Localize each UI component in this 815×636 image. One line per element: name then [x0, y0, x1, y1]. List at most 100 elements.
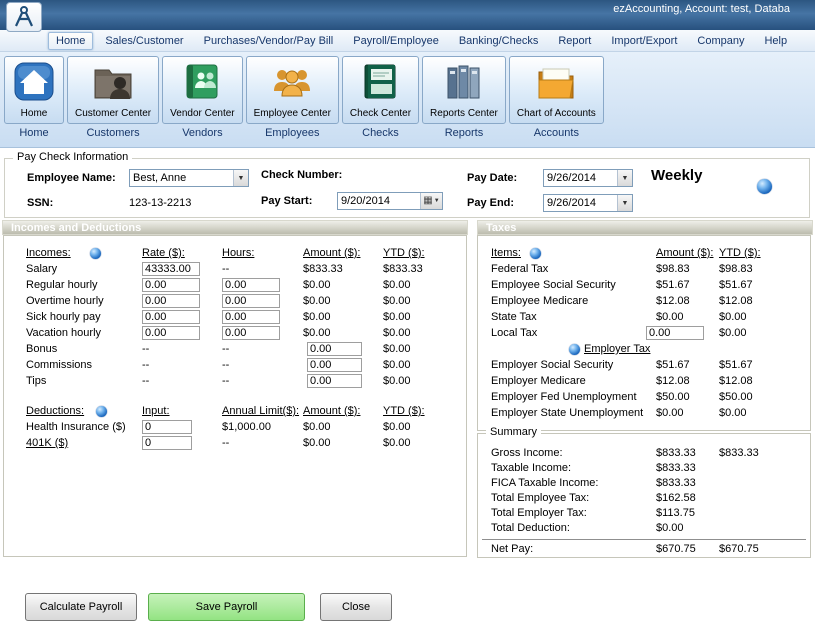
income-ytd: $0.00 [383, 375, 411, 387]
calendar-dropdown-button[interactable]: ▦ ▼ [420, 193, 442, 209]
income-ytd: $833.33 [383, 263, 423, 275]
save-payroll-button[interactable]: Save Payroll [148, 593, 305, 621]
tax-amount: $51.67 [656, 359, 690, 371]
deduction-amount: $0.00 [303, 421, 331, 433]
overtime-hourly-hours-input[interactable] [222, 294, 280, 308]
pay-start-datepicker[interactable]: 9/20/2014 ▦ ▼ [337, 192, 443, 210]
income-amount: $833.33 [303, 263, 343, 275]
income-row-sick-hourly-pay: Sick hourly pay $0.00 $0.00 [4, 310, 466, 326]
menu-bar: Home Sales/Customer Purchases/Vendor/Pay… [0, 30, 815, 52]
chevron-down-icon[interactable]: ▼ [617, 195, 632, 211]
local-tax-input[interactable] [646, 326, 704, 340]
window-title: ezAccounting, Account: test, Databa [613, 3, 790, 15]
calendar-icon: ▦ [423, 196, 432, 206]
salary-rate-input[interactable] [142, 262, 200, 276]
tab-home[interactable]: Home [48, 32, 93, 50]
vendor-center-icon [180, 62, 224, 107]
title-bar[interactable]: ezAccounting, Account: test, Databa [0, 0, 815, 30]
tax-amount: $12.08 [656, 295, 690, 307]
commissions-amount-input[interactable] [307, 358, 362, 372]
employer-tax-header: Employer Tax [584, 343, 650, 355]
deduction-annual-limit: $1,000.00 [222, 421, 271, 433]
deduction-ytd: $0.00 [383, 421, 411, 433]
deduction-401k-link[interactable]: 401K ($) [26, 437, 68, 449]
summary-label: Gross Income: [491, 447, 563, 459]
customer-center-button[interactable]: Customer Center [67, 56, 159, 124]
calculate-payroll-button[interactable]: Calculate Payroll [25, 593, 137, 621]
regular-hourly-rate-input[interactable] [142, 278, 200, 292]
summary-label: Net Pay: [491, 543, 533, 555]
close-button[interactable]: Close [320, 593, 392, 621]
chevron-down-icon[interactable]: ▼ [233, 170, 248, 186]
incomes-help-icon[interactable] [90, 248, 101, 259]
customer-center-icon [91, 62, 135, 107]
employee-name-label: Employee Name: [27, 172, 116, 184]
pay-date-select[interactable]: 9/26/2014 ▼ [543, 169, 633, 187]
bonus-amount-input[interactable] [307, 342, 362, 356]
sick-hourly-rate-input[interactable] [142, 310, 200, 324]
tips-amount-input[interactable] [307, 374, 362, 388]
chart-of-accounts-button[interactable]: Chart of Accounts [509, 56, 604, 124]
pay-start-value: 9/20/2014 [338, 193, 420, 209]
sick-hourly-hours-input[interactable] [222, 310, 280, 324]
app-icon[interactable] [6, 2, 42, 32]
tab-payroll-employee[interactable]: Payroll/Employee [345, 32, 447, 50]
income-label: Sick hourly pay [26, 311, 101, 323]
paycheck-help-icon[interactable] [757, 179, 772, 194]
reports-center-button[interactable]: Reports Center [422, 56, 506, 124]
tax-ytd: $12.08 [719, 295, 753, 307]
income-rate: -- [142, 359, 149, 371]
tab-purchases-vendor-pay-bill[interactable]: Purchases/Vendor/Pay Bill [196, 32, 342, 50]
tax-ytd: $98.83 [719, 263, 753, 275]
toolbar-check-center: Check Center Checks [342, 56, 419, 139]
tab-help[interactable]: Help [756, 32, 795, 50]
toolbar-reports-center: Reports Center Reports [422, 56, 506, 139]
deductions-help-icon[interactable] [96, 406, 107, 417]
toolbar-home: Home Home [4, 56, 64, 139]
summary-ytd: $670.75 [719, 543, 759, 555]
toolbar-caption: Home [19, 127, 48, 139]
tab-report[interactable]: Report [550, 32, 599, 50]
pay-end-select[interactable]: 9/26/2014 ▼ [543, 194, 633, 212]
summary-amount: $0.00 [656, 522, 684, 534]
tab-import-export[interactable]: Import/Export [603, 32, 685, 50]
home-button[interactable]: Home [4, 56, 64, 124]
income-rate: -- [142, 375, 149, 387]
taxes-panel: Items: Amount ($): YTD ($): Federal Tax … [477, 235, 811, 431]
deduction-annual-limit: -- [222, 437, 229, 449]
spacer [4, 390, 466, 404]
ytd-header: YTD ($): [383, 247, 425, 259]
overtime-hourly-rate-input[interactable] [142, 294, 200, 308]
regular-hourly-hours-input[interactable] [222, 278, 280, 292]
tax-amount: $51.67 [656, 279, 690, 291]
employee-name-select[interactable]: Best, Anne ▼ [129, 169, 249, 187]
deduction-row-401k: 401K ($) -- $0.00 $0.00 [4, 436, 466, 452]
tab-sales-customer[interactable]: Sales/Customer [97, 32, 191, 50]
compass-icon [11, 5, 37, 29]
income-label: Salary [26, 263, 57, 275]
health-insurance-input[interactable] [142, 420, 192, 434]
rate-header: Rate ($): [142, 247, 185, 259]
employer-tax-header-row: Employer Tax [478, 342, 810, 358]
taxes-help-icon[interactable] [530, 248, 541, 259]
tax-table-header: Items: Amount ($): YTD ($): [478, 246, 810, 262]
check-center-button[interactable]: Check Center [342, 56, 419, 124]
vacation-hourly-rate-input[interactable] [142, 326, 200, 340]
pay-end-value: 9/26/2014 [544, 195, 617, 211]
deduction-row-health-insurance: Health Insurance ($) $1,000.00 $0.00 $0.… [4, 420, 466, 436]
employer-tax-help-icon[interactable] [569, 344, 580, 355]
tab-banking-checks[interactable]: Banking/Checks [451, 32, 547, 50]
incomes-header: Incomes: [26, 247, 71, 259]
income-row-tips: Tips -- -- $0.00 [4, 374, 466, 390]
summary-row-total-employee-tax: Total Employee Tax: $162.58 [478, 491, 810, 506]
tab-company[interactable]: Company [689, 32, 752, 50]
summary-row-taxable-income: Taxable Income: $833.33 [478, 461, 810, 476]
401k-input[interactable] [142, 436, 192, 450]
deduction-amount: $0.00 [303, 437, 331, 449]
vendor-center-button[interactable]: Vendor Center [162, 56, 243, 124]
chevron-down-icon[interactable]: ▼ [617, 170, 632, 186]
tax-amount: $12.08 [656, 375, 690, 387]
summary-amount: $833.33 [656, 447, 696, 459]
vacation-hourly-hours-input[interactable] [222, 326, 280, 340]
employee-center-button[interactable]: Employee Center [246, 56, 339, 124]
